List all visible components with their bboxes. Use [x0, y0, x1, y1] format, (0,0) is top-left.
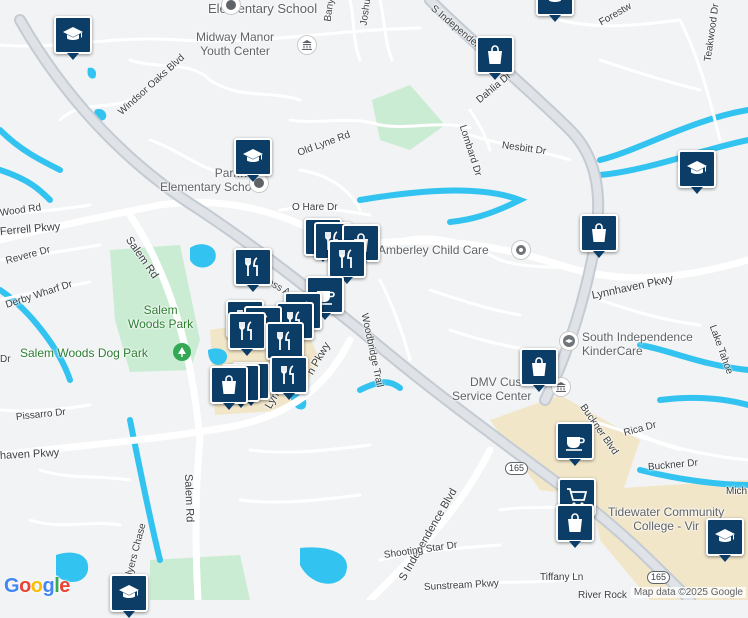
school-dot-icon[interactable]	[560, 332, 578, 350]
place-label-midway: Midway Manor Youth Center	[196, 30, 275, 58]
landmark-icon[interactable]	[298, 36, 316, 54]
school-marker-icon[interactable]	[678, 150, 716, 194]
street-label-mich: Mich	[726, 486, 748, 497]
street-label-river-rock: River Rock	[578, 590, 627, 601]
shopping-bag-icon[interactable]	[580, 214, 618, 258]
restaurant-icon[interactable]	[266, 322, 304, 366]
street-label-tiffany: Tiffany Ln	[540, 572, 584, 583]
shopping-bag-icon[interactable]	[556, 504, 594, 548]
school-marker-icon[interactable]	[54, 16, 92, 60]
place-pin-icon-amberley[interactable]	[512, 241, 530, 259]
school-marker-icon[interactable]	[706, 518, 744, 562]
street-label-dr-left: Dr	[0, 354, 11, 365]
google-logo-letter: o	[30, 575, 43, 597]
shopping-bag-icon[interactable]	[210, 366, 248, 410]
school-marker-icon[interactable]	[110, 574, 148, 618]
route-165-shield-lower: 165	[647, 571, 671, 584]
school-marker-icon[interactable]	[234, 138, 272, 182]
place-label-south-independence: South Independence KinderCare	[582, 330, 693, 358]
google-logo-letter: o	[19, 575, 31, 597]
shopping-bag-icon[interactable]	[520, 348, 558, 392]
restaurant-icon[interactable]	[228, 312, 266, 356]
route-165-shield: 165	[505, 462, 529, 475]
google-logo-letter: G	[4, 575, 20, 597]
school-marker-icon[interactable]	[536, 0, 574, 22]
google-logo: Google	[4, 575, 70, 598]
tree-icon[interactable]	[173, 343, 191, 361]
google-logo-letter: e	[59, 575, 70, 597]
landmark-icon-top[interactable]	[222, 0, 240, 14]
street-label-salem-rd-lower: Salem Rd	[182, 473, 196, 523]
restaurant-icon[interactable]	[328, 240, 366, 284]
street-label-o-hare: O Hare Dr	[292, 202, 338, 213]
restaurant-icon[interactable]	[270, 356, 308, 400]
place-label-amberley: Amberley Child Care	[378, 243, 489, 257]
google-logo-letter: g	[42, 575, 55, 597]
place-label-salem-woods-park: Salem Woods Park	[128, 303, 194, 331]
coffee-cup-icon[interactable]	[556, 422, 594, 466]
place-label-salem-woods-dog-park: Salem Woods Dog Park	[20, 346, 148, 360]
map-attribution[interactable]: Map data ©2025 Google	[630, 587, 746, 598]
restaurant-icon[interactable]	[234, 248, 272, 292]
shopping-bag-icon[interactable]	[476, 36, 514, 80]
